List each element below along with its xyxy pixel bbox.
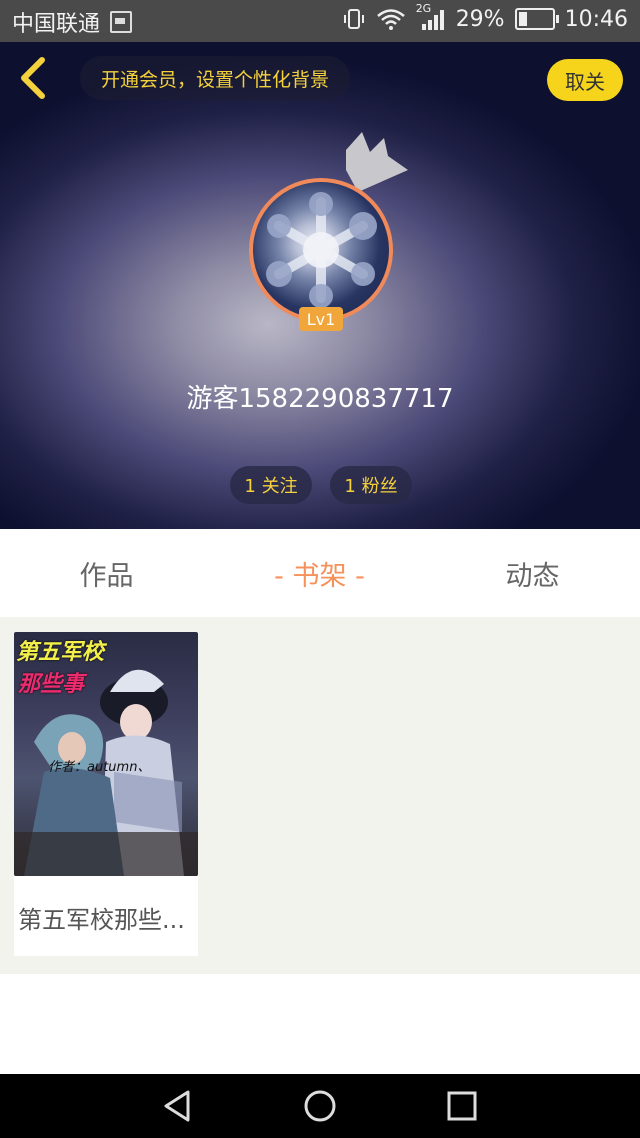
battery-percent: 29% <box>455 6 505 32</box>
username: 游客1582290837717 <box>186 384 454 414</box>
tab-activity[interactable]: 动态 <box>426 529 639 617</box>
status-bar: 中国联通 2G 29% 10:46 <box>0 0 640 42</box>
book-cover-title-line2: 那些事 <box>18 672 85 697</box>
following-count[interactable]: 1 关注 <box>230 466 312 504</box>
carrier-label: 中国联通 <box>12 12 101 37</box>
followers-count[interactable]: 1 粉丝 <box>330 466 412 504</box>
nav-home-icon[interactable] <box>300 1086 340 1126</box>
status-right: 2G 29% 10:46 <box>342 2 628 32</box>
profile-tabs: 作品 - 书架 - 动态 <box>0 529 640 617</box>
book-cover-author: 作者：autumn、 <box>48 760 151 775</box>
level-badge: Lv1 <box>299 307 343 331</box>
status-left: 中国联通 <box>12 6 133 38</box>
snowflake-avatar-image <box>266 192 377 308</box>
system-nav-bar <box>0 1074 640 1138</box>
image-notification-icon <box>110 11 133 33</box>
cancel-follow-button[interactable]: 取关 <box>547 59 623 101</box>
book-cover-title-line1: 第五军校 <box>16 640 105 665</box>
book-cover[interactable]: 第五军校 那些事 作者：autumn、 <box>14 632 198 876</box>
book-card[interactable]: 第五军校 那些事 作者：autumn、 第五军校那些... <box>14 632 198 956</box>
nav-recents-icon[interactable] <box>442 1086 482 1126</box>
tab-bookshelf[interactable]: - 书架 - <box>213 529 426 617</box>
tab-works[interactable]: 作品 <box>0 529 213 617</box>
book-title[interactable]: 第五军校那些... <box>18 900 198 935</box>
wifi-icon <box>376 9 405 30</box>
battery-icon <box>514 8 559 30</box>
cell-signal-icon: 2G <box>416 2 446 32</box>
vip-background-banner[interactable]: 开通会员，设置个性化背景 <box>80 56 350 100</box>
vibrate-icon <box>343 9 364 29</box>
bookshelf-area: 第五军校 那些事 作者：autumn、 第五军校那些... <box>0 617 640 974</box>
clock: 10:46 <box>564 6 628 32</box>
avatar[interactable] <box>249 178 393 322</box>
avatar-wrapper[interactable] <box>249 178 393 322</box>
profile-header: 开通会员，设置个性化背景 取关 Lv1 游客1582290837717 1 关注… <box>0 42 640 529</box>
nav-back-icon[interactable] <box>158 1086 198 1126</box>
back-arrow-icon[interactable] <box>14 56 54 100</box>
